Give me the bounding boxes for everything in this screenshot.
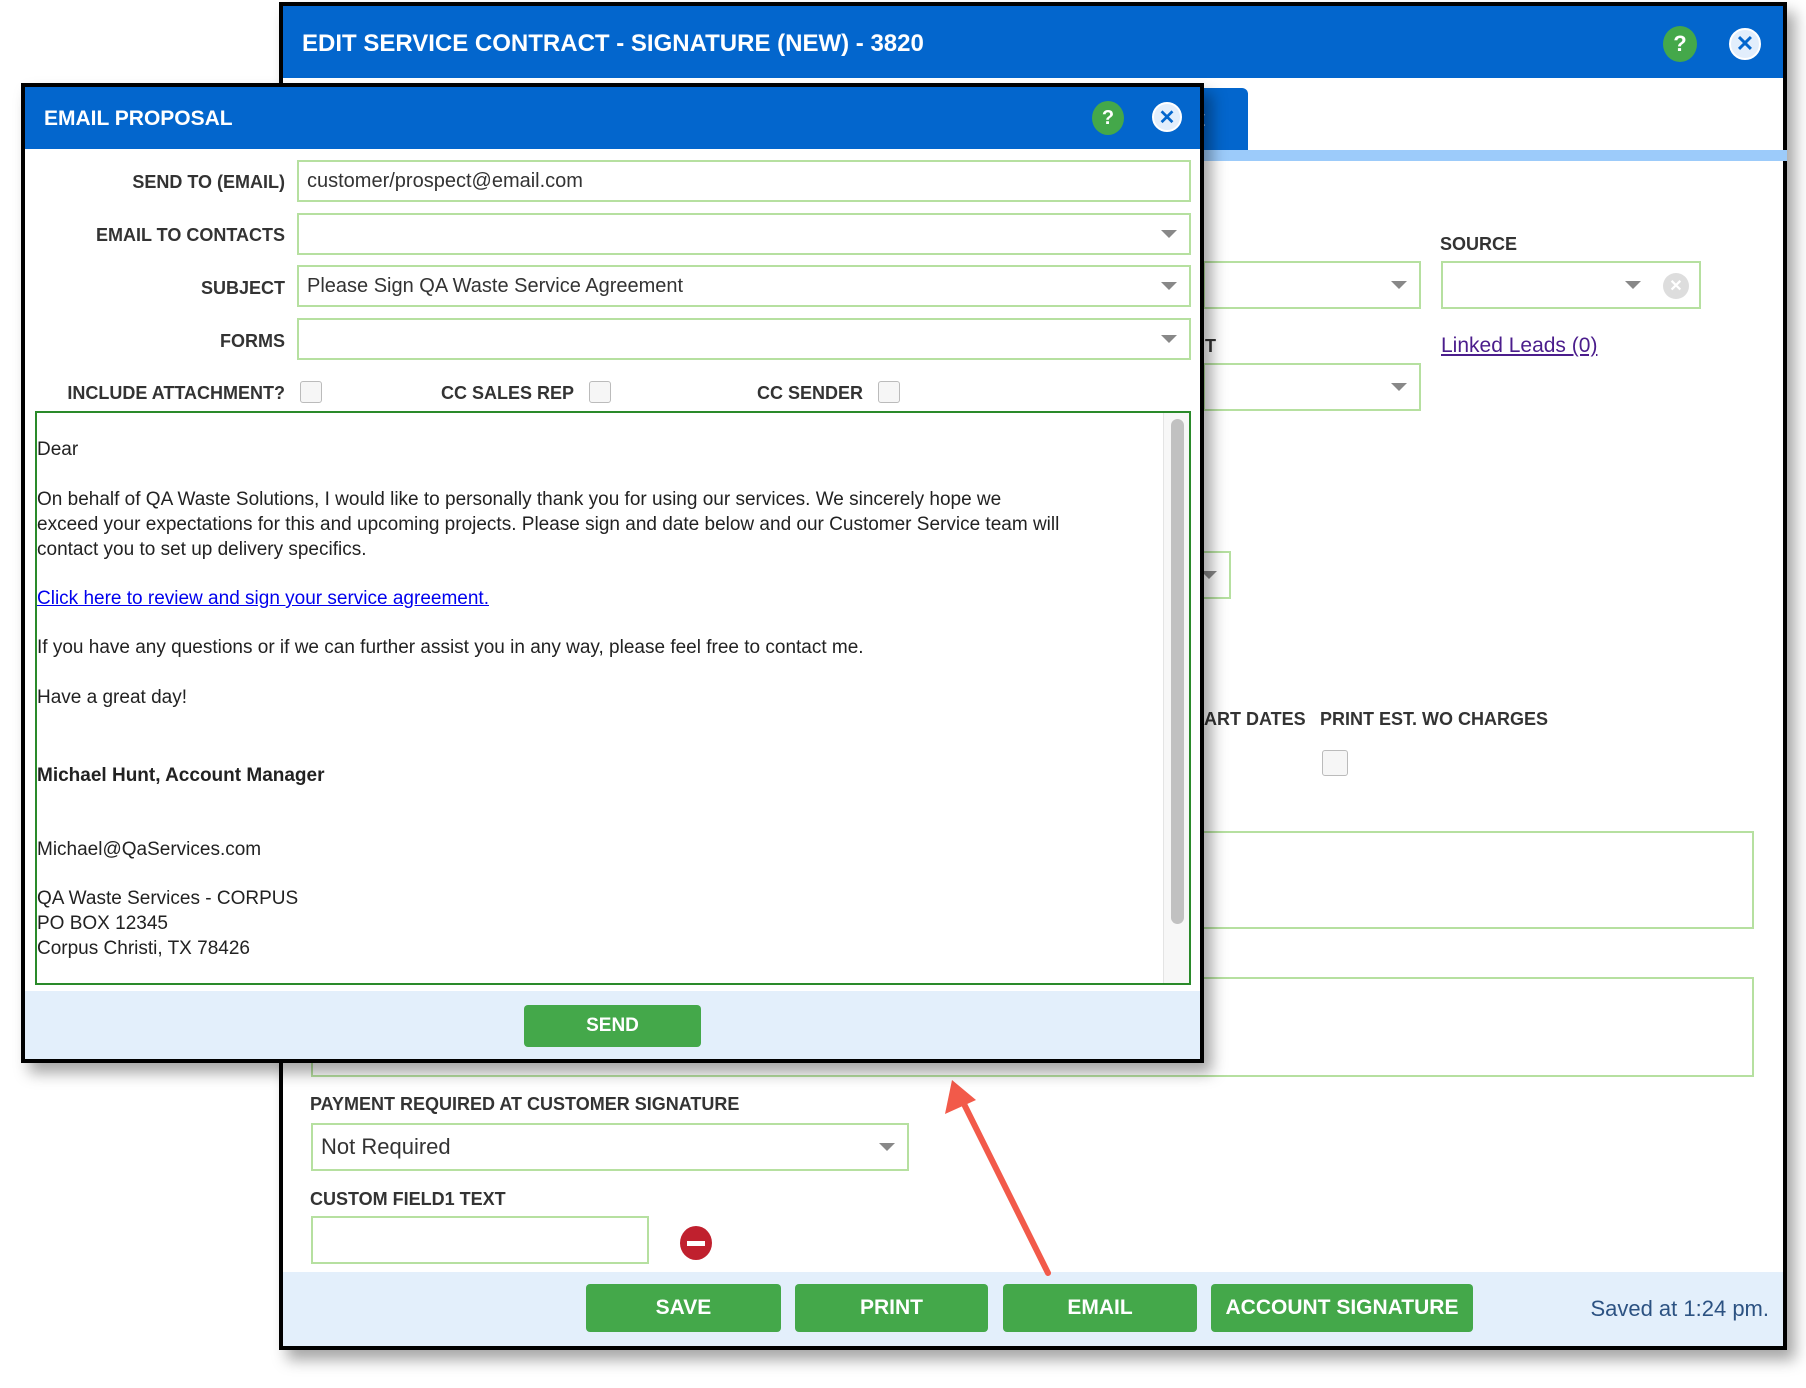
email-dialog-title: EMAIL PROPOSAL (44, 107, 233, 130)
subject-label: SUBJECT (200, 278, 285, 298)
address-line: Corpus Christi, TX 78426 (37, 938, 250, 959)
send-button[interactable]: SEND (524, 1005, 701, 1047)
chevron-down-icon (1161, 282, 1177, 290)
include-attachment-checkbox[interactable] (300, 381, 322, 403)
email-dialog-footer: SEND (25, 991, 1200, 1059)
body-paragraph: If you have any questions or if we can f… (37, 637, 864, 658)
body-paragraph-line: contact you to set up delivery specifics… (37, 539, 367, 560)
include-attachment-label: INCLUDE ATTACHMENT? (67, 383, 285, 403)
email-proposal-dialog: EMAIL PROPOSAL ? ✕ SEND TO (EMAIL) custo… (21, 83, 1204, 1063)
chevron-down-icon (1161, 335, 1177, 343)
subject-select[interactable]: Please Sign QA Waste Service Agreement (297, 265, 1191, 307)
greeting: Dear (37, 439, 79, 460)
close-icon[interactable]: ✕ (1152, 102, 1182, 132)
signature-email: Michael@QaServices.com (37, 839, 262, 860)
forms-select[interactable] (297, 318, 1191, 360)
closing: Have a great day! (37, 687, 187, 708)
review-agreement-link[interactable]: Click here to review and sign your servi… (37, 586, 489, 611)
body-paragraph-line: exceed your expectations for this and up… (37, 514, 1060, 535)
cc-sales-rep-label: CC SALES REP (440, 383, 574, 403)
subject-value: Please Sign QA Waste Service Agreement (307, 274, 684, 297)
address-line: PO BOX 12345 (37, 913, 168, 934)
forms-label: FORMS (220, 331, 285, 351)
cc-sender-label: CC SENDER (756, 383, 863, 403)
body-paragraph-line: On behalf of QA Waste Solutions, I would… (37, 489, 1002, 510)
cc-sender-checkbox[interactable] (878, 381, 900, 403)
signature-name: Michael Hunt, Account Manager (37, 765, 325, 786)
scrollbar-track (1163, 413, 1189, 983)
email-to-contacts-label: EMAIL TO CONTACTS (96, 225, 285, 245)
chevron-down-icon (1161, 230, 1177, 238)
send-to-input[interactable]: customer/prospect@email.com (297, 160, 1191, 202)
email-title-bar: EMAIL PROPOSAL ? ✕ (25, 87, 1200, 149)
address-line: QA Waste Services - CORPUS (37, 888, 299, 909)
scrollbar-thumb[interactable] (1171, 419, 1184, 924)
cc-sales-rep-checkbox[interactable] (589, 381, 611, 403)
email-body-editor[interactable]: Dear On behalf of QA Waste Solutions, I … (35, 411, 1191, 985)
send-to-label: SEND TO (EMAIL) (132, 172, 285, 192)
help-icon[interactable]: ? (1092, 101, 1124, 135)
email-to-contacts-select[interactable] (297, 213, 1191, 255)
send-to-value: customer/prospect@email.com (307, 169, 583, 192)
